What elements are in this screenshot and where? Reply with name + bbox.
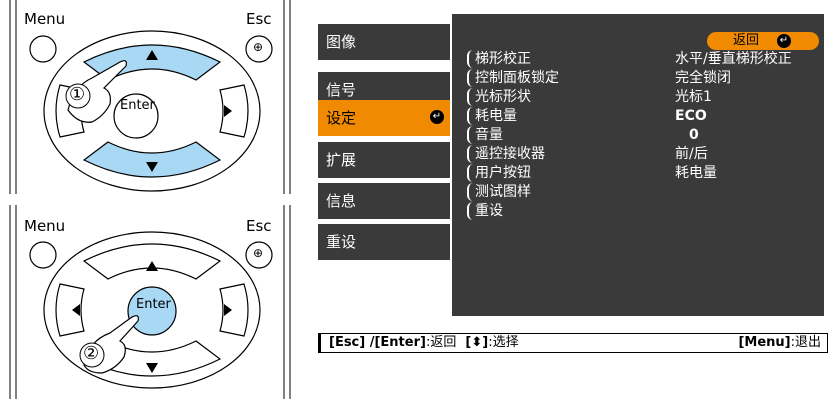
enter-icon: ↵ [430, 110, 444, 124]
setting-name: 测试图样 [467, 183, 535, 201]
setting-value: 光标1 [675, 89, 712, 105]
enter-icon: ↵ [777, 34, 791, 48]
menu-button-label: Menu [24, 10, 66, 28]
mouse-icon: ⊕ [253, 246, 264, 260]
select-hint: :选择 [488, 335, 519, 350]
remote-illustration-step1: Menu Esc ⊕ Enter ① [0, 0, 300, 194]
menu-category-settings[interactable]: 设定 ↵ [318, 100, 450, 136]
enter-button-label: Enter [136, 297, 171, 312]
return-button-label: 返回 [733, 33, 760, 48]
exit-hint: :退出 [790, 335, 821, 350]
menu-category-image[interactable]: 图像 [318, 24, 450, 60]
key-guide-left: [Esc] /[Enter]:返回 [⬍]:选择 [329, 334, 519, 352]
menu-category-label: 图像 [326, 33, 357, 51]
setting-row-remote-receiver[interactable]: 遥控接收器 前/后 [467, 145, 823, 164]
menu-category-extended[interactable]: 扩展 [318, 142, 450, 178]
menu-category-label: 重设 [326, 233, 357, 251]
enter-button-label: Enter [120, 98, 155, 113]
setting-row-pointer-shape[interactable]: 光标形状 光标1 [467, 88, 823, 107]
remote-illustration-step2: Menu Esc ⊕ Enter ② [0, 205, 300, 399]
setting-row-reset[interactable]: 重设 [467, 202, 823, 221]
setting-name: 音量 [467, 126, 507, 144]
setting-name: 控制面板锁定 [467, 69, 563, 87]
return-button[interactable]: 返回 ↵ [707, 32, 819, 50]
step-number: ① [69, 84, 86, 105]
menu-button-label: Menu [24, 217, 66, 235]
setting-name: 耗电量 [467, 107, 521, 125]
setting-row-keystone[interactable]: 梯形校正 水平/垂直梯形校正 [467, 50, 823, 69]
setting-row-user-button[interactable]: 用户按钮 耗电量 [467, 164, 823, 183]
menu-category-label: 信号 [326, 81, 357, 99]
esc-button-label: Esc [246, 10, 272, 28]
setting-name: 遥控接收器 [467, 145, 549, 163]
setting-row-volume[interactable]: 音量 0 [467, 126, 823, 145]
menu-category-reset[interactable]: 重设 [318, 224, 450, 260]
menu-key: [Menu] [738, 335, 791, 350]
up-down-icon: ⬍ [471, 335, 483, 350]
setting-row-power-consumption[interactable]: 耗电量 ECO [467, 107, 823, 126]
mouse-icon: ⊕ [253, 40, 264, 54]
setting-name: 光标形状 [467, 88, 535, 106]
setting-value: 水平/垂直梯形校正 [675, 51, 792, 67]
setting-name: 重设 [467, 202, 507, 220]
setting-name: 用户按钮 [467, 164, 535, 182]
setting-value: 0 [689, 127, 699, 143]
esc-enter-keys: [Esc] /[Enter] [329, 335, 426, 350]
menu-category-label: 设定 [326, 109, 357, 127]
setting-value: 耗电量 [675, 165, 717, 181]
setting-value: 完全锁闭 [675, 70, 731, 86]
menu-category-list: 图像 信号 设定 ↵ 扩展 信息 重设 [318, 14, 454, 316]
menu-category-info[interactable]: 信息 [318, 183, 450, 219]
setting-row-control-panel-lock[interactable]: 控制面板锁定 完全锁闭 [467, 69, 823, 88]
menu-category-label: 扩展 [326, 151, 357, 169]
remote-body-outline [9, 0, 291, 194]
key-guide-right: [Menu]:退出 [738, 334, 821, 352]
return-hint: :返回 [425, 335, 457, 350]
setting-row-test-pattern[interactable]: 测试图样 [467, 183, 823, 202]
key-guide-bar: [Esc] /[Enter]:返回 [⬍]:选择 [Menu]:退出 [318, 333, 828, 353]
menu-category-label: 信息 [326, 192, 357, 210]
step-number: ② [83, 343, 100, 364]
setting-value: 前/后 [675, 146, 708, 162]
setting-value: ECO [675, 108, 707, 124]
esc-button-label: Esc [246, 217, 272, 235]
setting-name: 梯形校正 [467, 50, 535, 68]
